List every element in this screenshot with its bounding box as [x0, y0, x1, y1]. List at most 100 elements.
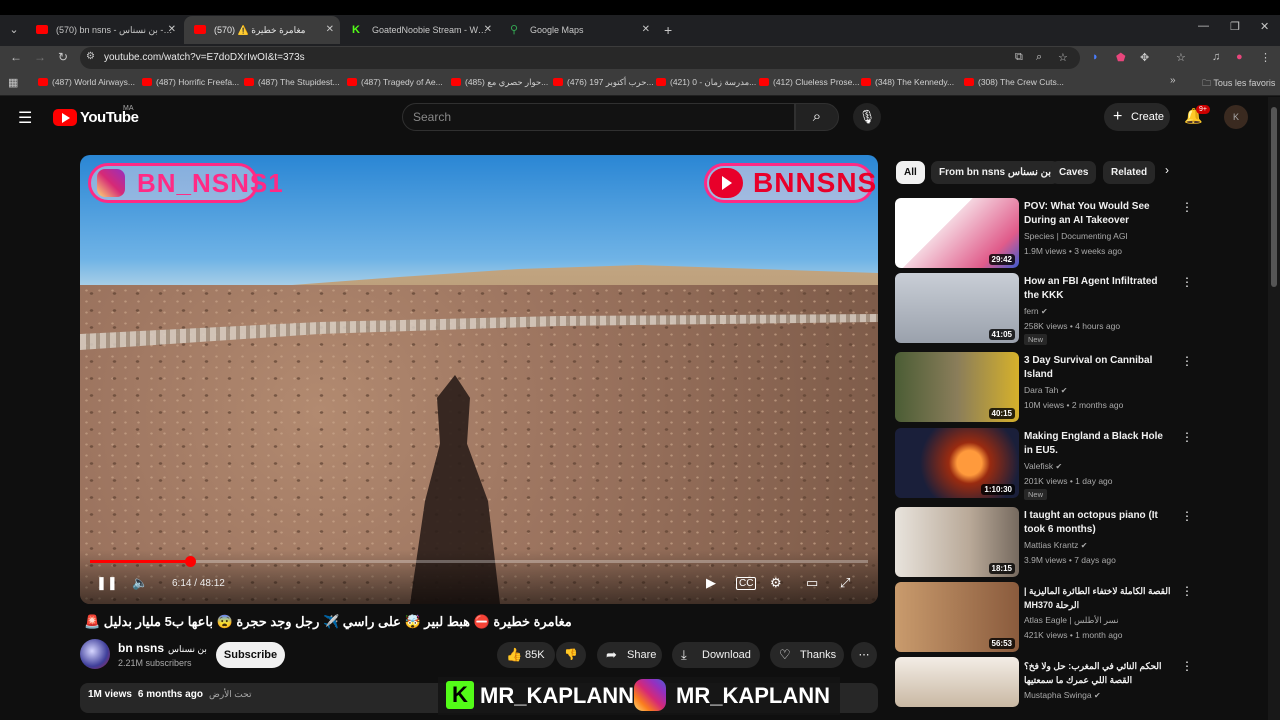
more-vertical-icon[interactable]: ⋮ — [1181, 200, 1193, 214]
bookmark-item[interactable]: (487) The Stupidest... — [244, 77, 340, 87]
chip-from-channel[interactable]: From bn nsns بن نسناس — [931, 161, 1060, 184]
bookmark-item[interactable]: (476) حرب أكتوبر 197... — [553, 77, 654, 88]
close-window-icon[interactable]: ✕ — [1260, 20, 1269, 33]
tab-bn-nsns-channel[interactable]: (570) bn nsns - بن نسناس - YouTube ✕ — [26, 16, 182, 44]
bookmark-star-icon[interactable]: ☆ — [1058, 51, 1068, 64]
more-vertical-icon[interactable]: ⋮ — [1181, 584, 1193, 598]
channel-avatar[interactable] — [80, 639, 110, 669]
media-control-icon[interactable]: ♫ — [1212, 51, 1220, 63]
video-thumbnail[interactable]: 56:53 — [895, 582, 1019, 652]
tab-current-video[interactable]: مغامرة خطيرة ⚠️ (570) ✕ — [184, 16, 340, 44]
bookmark-item[interactable]: (421) مدرسة زمان - 0... — [656, 77, 756, 88]
search-button[interactable]: ⌕ — [795, 103, 839, 131]
profile-icon[interactable]: ● — [1236, 51, 1243, 63]
all-bookmarks-folder[interactable]: 🗀 Tous les favoris — [1202, 76, 1275, 92]
share-button[interactable]: ➦ Share — [597, 642, 662, 668]
rec-channel[interactable]: Dara Tah ✔ — [1024, 385, 1067, 395]
like-button[interactable]: 👍 85K — [497, 642, 555, 668]
fullscreen-icon[interactable]: ⤢ — [840, 575, 850, 591]
bookmark-item[interactable]: (487) World Airways... — [38, 77, 135, 87]
account-avatar[interactable]: K — [1224, 105, 1248, 129]
video-thumbnail[interactable]: 41:05 — [895, 273, 1019, 343]
progress-scrubber[interactable] — [185, 556, 197, 567]
more-vertical-icon[interactable]: ⋮ — [1181, 659, 1193, 673]
maximize-icon[interactable]: ❐ — [1230, 20, 1240, 33]
rec-channel[interactable]: Species | Documenting AGI — [1024, 231, 1128, 241]
close-tab-icon[interactable]: ✕ — [484, 16, 492, 44]
rec-channel[interactable]: fern ✔ — [1024, 306, 1048, 316]
close-tab-icon[interactable]: ✕ — [168, 16, 176, 44]
install-app-icon[interactable]: ⧉ — [1015, 51, 1023, 64]
chevron-right-icon[interactable]: › — [1165, 163, 1169, 177]
recommendation-item[interactable]: 29:42 POV: What You Would See During an … — [895, 198, 1195, 270]
search-input[interactable] — [413, 109, 783, 125]
recommendation-item[interactable]: الحكم النائي في المغرب: حل ولا فخ؟ القصة… — [895, 657, 1195, 707]
channel-name[interactable]: bn nsns بن نسناس — [118, 641, 207, 655]
extensions-puzzle-icon[interactable]: ✥ — [1140, 51, 1149, 64]
more-vertical-icon[interactable]: ⋮ — [1181, 275, 1193, 289]
rec-title[interactable]: I taught an octopus piano (It took 6 mon… — [1024, 509, 1174, 537]
zoom-icon[interactable]: ⌕ — [1036, 51, 1042, 64]
rec-title[interactable]: القصة الكاملة لاختفاء الطائرة الماليزية … — [1024, 584, 1174, 612]
recommendation-item[interactable]: 41:05 How an FBI Agent Infiltrated the K… — [895, 273, 1195, 345]
rec-title[interactable]: How an FBI Agent Infiltrated the KKK — [1024, 275, 1174, 303]
browser-menu-icon[interactable]: ⋮ — [1260, 51, 1271, 64]
video-thumbnail[interactable]: 40:15 — [895, 352, 1019, 422]
settings-gear-icon[interactable]: ⚙ — [770, 575, 782, 591]
shield-extension-icon[interactable]: ⬟ — [1116, 51, 1126, 64]
recommendation-item[interactable]: 40:15 3 Day Survival on Cannibal Island … — [895, 352, 1195, 424]
apps-grid-icon[interactable]: ▦ — [8, 76, 18, 89]
bookmark-item[interactable]: (487) Horrific Freefa... — [142, 77, 239, 87]
bookmark-item[interactable]: (348) The Kennedy... — [861, 77, 954, 87]
tab-search-icon[interactable]: ⌄ — [6, 22, 22, 38]
rec-title[interactable]: POV: What You Would See During an AI Tak… — [1024, 200, 1174, 228]
chip-related[interactable]: Related — [1103, 161, 1156, 184]
subscribe-button[interactable]: Subscribe — [216, 642, 285, 668]
close-tab-icon[interactable]: ✕ — [642, 16, 650, 44]
hamburger-menu-icon[interactable]: ☰ — [18, 108, 32, 128]
page-scrollbar[interactable] — [1268, 97, 1280, 720]
video-player[interactable]: BN_NSNS1 BNNSNS ❚❚ 🔈 6:14 / 48:12 ▶ CC ⚙… — [80, 155, 878, 604]
tab-kick-stream[interactable]: K GoatedNoobie Stream - Watch ✕ — [342, 16, 498, 44]
rec-title[interactable]: Making England a Black Hole in EU5. — [1024, 430, 1174, 458]
minimize-icon[interactable]: — — [1198, 20, 1209, 32]
create-button[interactable]: + Create — [1104, 103, 1170, 131]
rec-title[interactable]: الحكم النائي في المغرب: حل ولا فخ؟ القصة… — [1024, 659, 1174, 687]
miniplayer-icon[interactable]: ▭ — [806, 575, 818, 591]
new-tab-icon[interactable]: + — [664, 22, 672, 38]
recommendation-item[interactable]: 1:10:30 Making England a Black Hole in E… — [895, 428, 1195, 500]
chip-caves[interactable]: Caves — [1051, 161, 1097, 184]
url-field[interactable]: ⚙ youtube.com/watch?v=E7doDXrIwOI&t=373s — [80, 47, 1080, 69]
more-bookmarks-icon[interactable]: » — [1170, 75, 1176, 86]
recommendation-item[interactable]: 18:15 I taught an octopus piano (It took… — [895, 507, 1195, 579]
video-thumbnail[interactable] — [895, 657, 1019, 707]
rec-channel[interactable]: Atlas Eagle | نسر الأطلس — [1024, 615, 1119, 626]
scrollbar-thumb[interactable] — [1271, 107, 1277, 287]
rec-channel[interactable]: Valefisk ✔ — [1024, 461, 1062, 471]
forward-icon[interactable]: → — [34, 50, 46, 64]
youtube-logo-icon[interactable] — [53, 109, 77, 126]
progress-bar[interactable] — [90, 556, 868, 567]
rec-channel[interactable]: Mustapha Swinga ✔ — [1024, 690, 1101, 700]
site-info-icon[interactable]: ⚙ — [86, 51, 95, 62]
autoplay-toggle-icon[interactable]: ▶ — [706, 575, 716, 591]
rec-channel[interactable]: Mattias Krantz ✔ — [1024, 540, 1087, 550]
video-thumbnail[interactable]: 18:15 — [895, 507, 1019, 577]
extension-icon[interactable]: ◗ — [1092, 51, 1099, 63]
recommendation-item[interactable]: 56:53 القصة الكاملة لاختفاء الطائرة الما… — [895, 582, 1195, 654]
chip-all[interactable]: All — [896, 161, 925, 184]
video-thumbnail[interactable]: 1:10:30 — [895, 428, 1019, 498]
tab-google-maps[interactable]: ⚲ Google Maps ✕ — [500, 16, 656, 44]
bookmark-item[interactable]: (308) The Crew Cuts... — [964, 77, 1064, 87]
more-vertical-icon[interactable]: ⋮ — [1181, 354, 1193, 368]
bookmark-item[interactable]: (485) حوار حصري مع... — [451, 77, 548, 88]
rec-title[interactable]: 3 Day Survival on Cannibal Island — [1024, 354, 1174, 382]
download-button[interactable]: ⤓ Download — [672, 642, 760, 668]
subtitles-icon[interactable]: CC — [736, 577, 757, 590]
pause-icon[interactable]: ❚❚ — [96, 575, 118, 591]
volume-icon[interactable]: 🔈 — [132, 575, 148, 591]
more-vertical-icon[interactable]: ⋮ — [1181, 509, 1193, 523]
reload-icon[interactable]: ↻ — [58, 50, 68, 64]
more-vertical-icon[interactable]: ⋮ — [1181, 430, 1193, 444]
thanks-button[interactable]: ♡ Thanks — [770, 642, 844, 668]
